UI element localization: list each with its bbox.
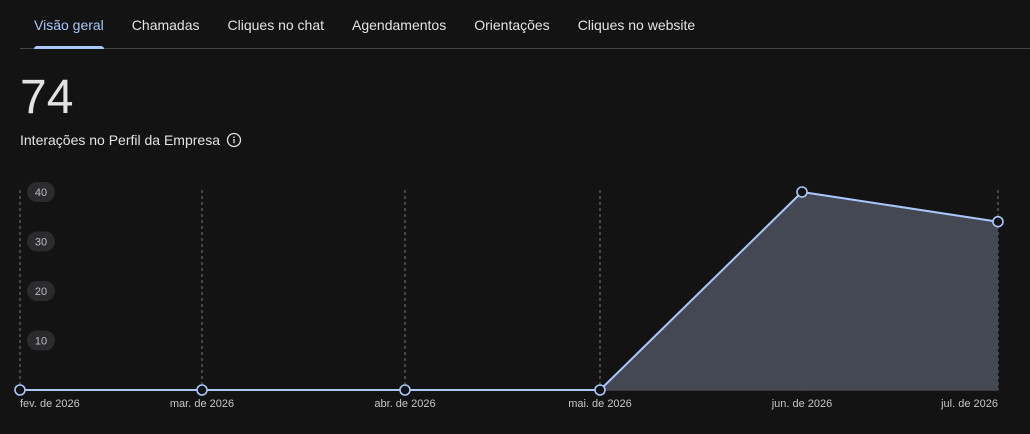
metric-label-row: Interações no Perfil da Empresa [20,132,242,148]
total-interactions-value: 74 [20,71,74,124]
tab-orientacoes[interactable]: Orientações [460,0,563,48]
x-tick-label-0: fev. de 2026 [20,398,80,410]
data-point-4 [796,186,808,198]
y-tick-label-10: 10 [35,336,47,348]
tab-chamadas[interactable]: Chamadas [118,0,214,48]
data-point-5 [992,215,1004,228]
data-point-2 [399,384,411,396]
data-point-3 [594,384,606,396]
info-icon[interactable] [226,132,242,148]
tab-cliques-no-chat[interactable]: Cliques no chat [214,0,339,48]
tab-visao-geral[interactable]: Visão geral [20,0,118,49]
data-point-0 [14,384,26,396]
y-tick-label-30: 30 [35,237,47,249]
x-tick-label-2: abr. de 2026 [374,398,435,410]
tab-cliques-no-website[interactable]: Cliques no website [564,0,710,48]
x-tick-label-3: mai. de 2026 [568,398,632,410]
x-tick-label-1: mar. de 2026 [170,398,234,410]
y-tick-label-40: 40 [35,187,47,199]
y-tick-label-20: 20 [35,286,47,298]
area-fill [20,192,998,390]
x-tick-label-4: jun. de 2026 [771,398,833,410]
page: Visão geral Chamadas Cliques no chat Age… [0,0,1030,434]
tab-agendamentos[interactable]: Agendamentos [338,0,460,48]
tab-bar: Visão geral Chamadas Cliques no chat Age… [20,0,1030,49]
interactions-chart: 10 20 30 40 fev. de 2026 mar. de 2026 abr. de … [14,182,1004,410]
metric-label: Interações no Perfil da Empresa [20,132,220,148]
x-tick-label-5: jul. de 2026 [940,398,998,410]
data-point-1 [196,384,208,396]
